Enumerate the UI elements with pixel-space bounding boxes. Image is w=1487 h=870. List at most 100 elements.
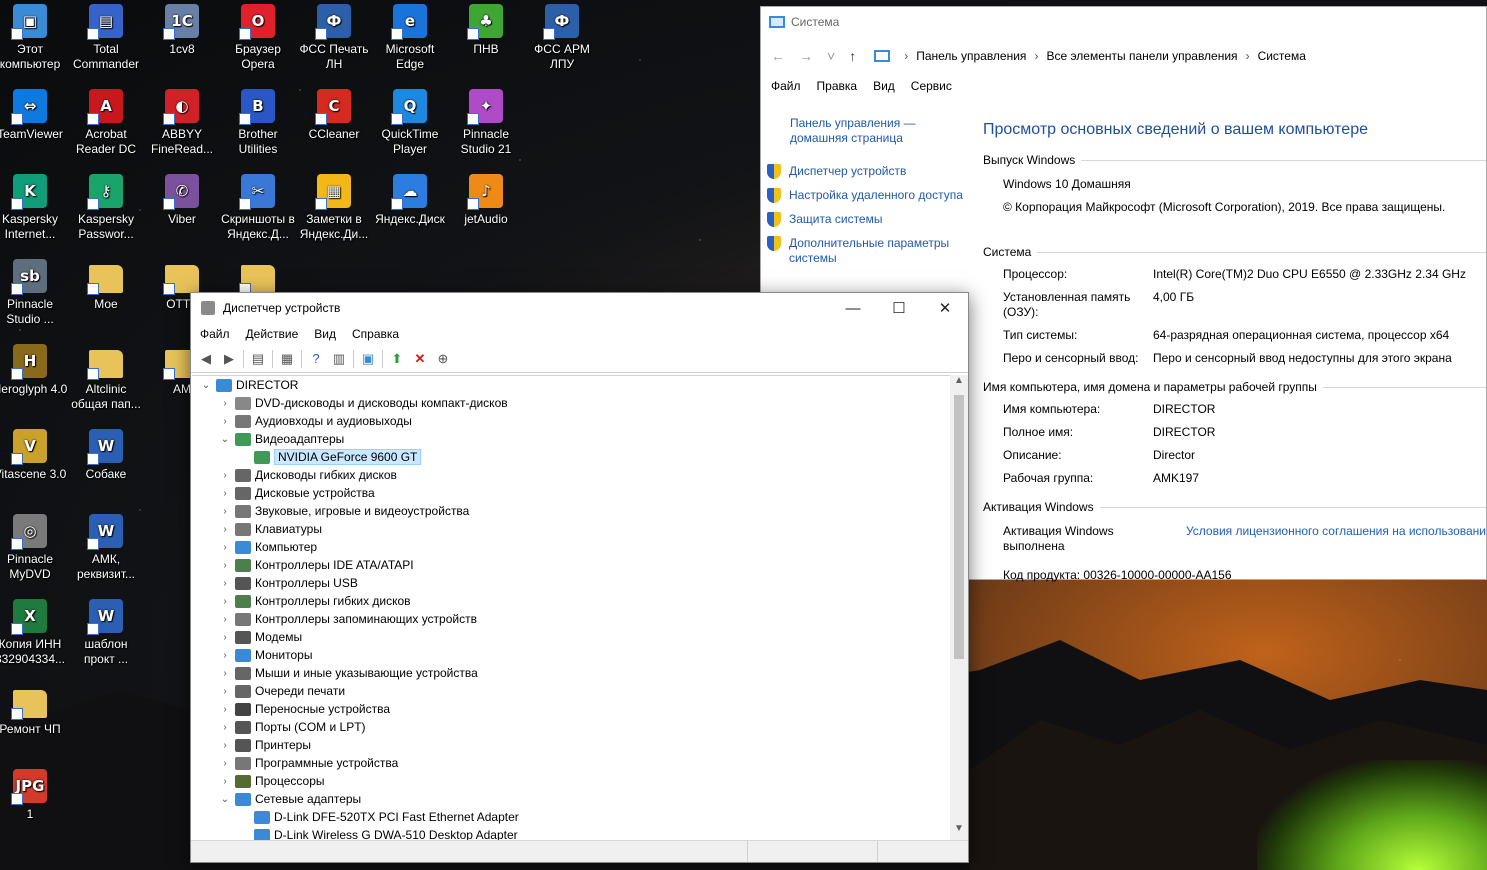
desktop-icon[interactable]: ◎ Pinnacle MyDVD: [0, 514, 68, 582]
tree-category[interactable]: › Контроллеры гибких дисков: [192, 592, 950, 610]
tree-category[interactable]: › Переносные устройства: [192, 700, 950, 718]
desktop-icon[interactable]: Ф ФСС Печать ЛН: [296, 4, 372, 72]
desktop-icon[interactable]: V Vitascene 3.0: [0, 429, 68, 482]
maximize-button[interactable]: ☐: [876, 293, 922, 323]
desktop-icon[interactable]: C CCleaner: [296, 89, 372, 142]
chevron-right-icon[interactable]: ›: [219, 722, 231, 733]
chevron-right-icon[interactable]: ›: [219, 578, 231, 589]
desktop-icon[interactable]: ✂ Скриншоты в Яндекс.Д...: [220, 174, 296, 242]
menu-file[interactable]: Файл: [200, 327, 230, 341]
license-terms-link[interactable]: Условия лицензионного соглашения на испо…: [1186, 524, 1486, 554]
device-manager-titlebar[interactable]: Диспетчер устройств — ☐ ✕: [191, 293, 968, 323]
desktop-icon[interactable]: e Microsoft Edge: [372, 4, 448, 72]
desktop-icon[interactable]: Altclinic общая пап...: [68, 344, 144, 412]
desktop-icon[interactable]: sb Pinnacle Studio ...: [0, 259, 68, 327]
chevron-right-icon[interactable]: ›: [219, 614, 231, 625]
tree-category[interactable]: › Клавиатуры: [192, 520, 950, 538]
chevron-right-icon[interactable]: ›: [219, 596, 231, 607]
chevron-right-icon[interactable]: ›: [219, 488, 231, 499]
sidebar-link-remote[interactable]: Настройка удаленного доступа: [767, 188, 971, 203]
desktop-icon[interactable]: O Браузер Opera: [220, 4, 296, 72]
scroll-down-icon[interactable]: ▼: [950, 823, 968, 840]
recent-chevron-icon[interactable]: ˅: [827, 48, 835, 64]
desktop-icon[interactable]: ▣ Этот компьютер: [0, 4, 68, 72]
tree-category[interactable]: › Программные устройства: [192, 754, 950, 772]
breadcrumb-item[interactable]: Все элементы панели управления: [1046, 49, 1237, 63]
tree-category[interactable]: › Мониторы: [192, 646, 950, 664]
desktop-icon[interactable]: ◐ ABBYY FineRead...: [144, 89, 220, 157]
view-icon[interactable]: ▥: [330, 350, 348, 368]
chevron-right-icon[interactable]: ›: [219, 416, 231, 427]
tree-category[interactable]: › Порты (COM и LPT): [192, 718, 950, 736]
update-driver-icon[interactable]: ⬆: [388, 350, 406, 368]
desktop-icon[interactable]: ▦ Заметки в Яндекс.Ди...: [296, 174, 372, 242]
help-icon[interactable]: ?: [307, 350, 325, 368]
minimize-button[interactable]: —: [830, 293, 876, 323]
chevron-right-icon[interactable]: ›: [219, 560, 231, 571]
menu-help[interactable]: Справка: [352, 327, 399, 341]
desktop-icon[interactable]: ▤ Total Commander: [68, 4, 144, 72]
up-arrow-icon[interactable]: ↑: [849, 48, 856, 64]
tree-category[interactable]: › Контроллеры запоминающих устройств: [192, 610, 950, 628]
breadcrumb-item[interactable]: Панель управления: [916, 49, 1026, 63]
menu-edit[interactable]: Правка: [817, 79, 858, 93]
tree-device[interactable]: D-Link Wireless G DWA-510 Desktop Adapte…: [192, 826, 950, 840]
desktop-icon[interactable]: B Brother Utilities: [220, 89, 296, 157]
address-bar[interactable]: ← → ˅ ↑ › Панель управления › Все элемен…: [761, 37, 1486, 75]
scrollbar-thumb[interactable]: [954, 395, 964, 659]
tree-category[interactable]: › Дисководы гибких дисков: [192, 466, 950, 484]
scan-hardware-icon[interactable]: ▣: [359, 350, 377, 368]
menu-service[interactable]: Сервис: [911, 79, 952, 93]
scroll-up-icon[interactable]: ▲: [950, 375, 968, 392]
menu-action[interactable]: Действие: [246, 327, 299, 341]
sidebar-link-advanced[interactable]: Дополнительные параметры системы: [767, 236, 971, 266]
chevron-right-icon[interactable]: ›: [219, 470, 231, 481]
tree-category[interactable]: ⌄ Видеоадаптеры: [192, 430, 950, 448]
chevron-right-icon[interactable]: ›: [219, 542, 231, 553]
chevron-right-icon[interactable]: ›: [219, 524, 231, 535]
chevron-right-icon[interactable]: ›: [219, 686, 231, 697]
desktop-icon[interactable]: X Копия ИНН 332904334...: [0, 599, 68, 667]
desktop-icon[interactable]: Мое: [68, 259, 144, 312]
tree-root[interactable]: ⌄ DIRECTOR: [192, 376, 950, 394]
menu-view[interactable]: Вид: [314, 327, 336, 341]
tree-category[interactable]: › Контроллеры USB: [192, 574, 950, 592]
control-panel-home-link[interactable]: Панель управления — домашняя страница: [790, 116, 971, 146]
desktop-icon[interactable]: W Собаке: [68, 429, 144, 482]
device-manager-window[interactable]: Диспетчер устройств — ☐ ✕ Файл Действие …: [190, 292, 969, 863]
chevron-right-icon[interactable]: ›: [219, 704, 231, 715]
tree-category[interactable]: › Аудиовходы и аудиовыходы: [192, 412, 950, 430]
chevron-right-icon[interactable]: ›: [219, 398, 231, 409]
forward-arrow-icon[interactable]: ▶: [220, 350, 238, 368]
tree-category[interactable]: › Дисковые устройства: [192, 484, 950, 502]
desktop-icon[interactable]: ♪ jetAudio: [448, 174, 524, 227]
chevron-right-icon[interactable]: ›: [219, 758, 231, 769]
show-hide-tree-icon[interactable]: ▤: [249, 350, 267, 368]
sidebar-link-protection[interactable]: Защита системы: [767, 212, 971, 227]
desktop-icon[interactable]: ⚷ Kaspersky Passwor...: [68, 174, 144, 242]
desktop-icon[interactable]: JPG 1: [0, 769, 68, 822]
desktop-icon[interactable]: K Kaspersky Internet...: [0, 174, 68, 242]
desktop-icon[interactable]: A Acrobat Reader DC: [68, 89, 144, 157]
tree-device[interactable]: NVIDIA GeForce 9600 GT: [192, 448, 950, 466]
tree-device[interactable]: D-Link DFE-520TX PCI Fast Ethernet Adapt…: [192, 808, 950, 826]
uninstall-device-icon[interactable]: ✕: [411, 350, 429, 368]
chevron-down-icon[interactable]: ⌄: [219, 794, 231, 805]
desktop-icon[interactable]: Q QuickTime Player: [372, 89, 448, 157]
desktop-icon[interactable]: H Heroglyph 4.0: [0, 344, 68, 397]
chevron-right-icon[interactable]: ›: [219, 776, 231, 787]
system-window-titlebar[interactable]: Система: [761, 7, 1486, 37]
desktop-icon[interactable]: ✆ Viber: [144, 174, 220, 227]
desktop-icon[interactable]: 1C 1cv8: [144, 4, 220, 57]
chevron-down-icon[interactable]: ⌄: [219, 434, 231, 445]
back-arrow-icon[interactable]: ←: [771, 48, 785, 64]
tree-category[interactable]: › Звуковые, игровые и видеоустройства: [192, 502, 950, 520]
desktop-icon[interactable]: ✦ Pinnacle Studio 21: [448, 89, 524, 157]
desktop-icon[interactable]: W АМК, реквизит...: [68, 514, 144, 582]
breadcrumb-item[interactable]: Система: [1258, 49, 1306, 63]
desktop-icon[interactable]: Ремонт ЧП: [0, 684, 68, 737]
desktop-icon[interactable]: Wшаблон прокт ...: [68, 599, 144, 667]
tree-category[interactable]: › Компьютер: [192, 538, 950, 556]
chevron-right-icon[interactable]: ›: [219, 650, 231, 661]
sidebar-link-device-manager[interactable]: Диспетчер устройств: [767, 164, 971, 179]
